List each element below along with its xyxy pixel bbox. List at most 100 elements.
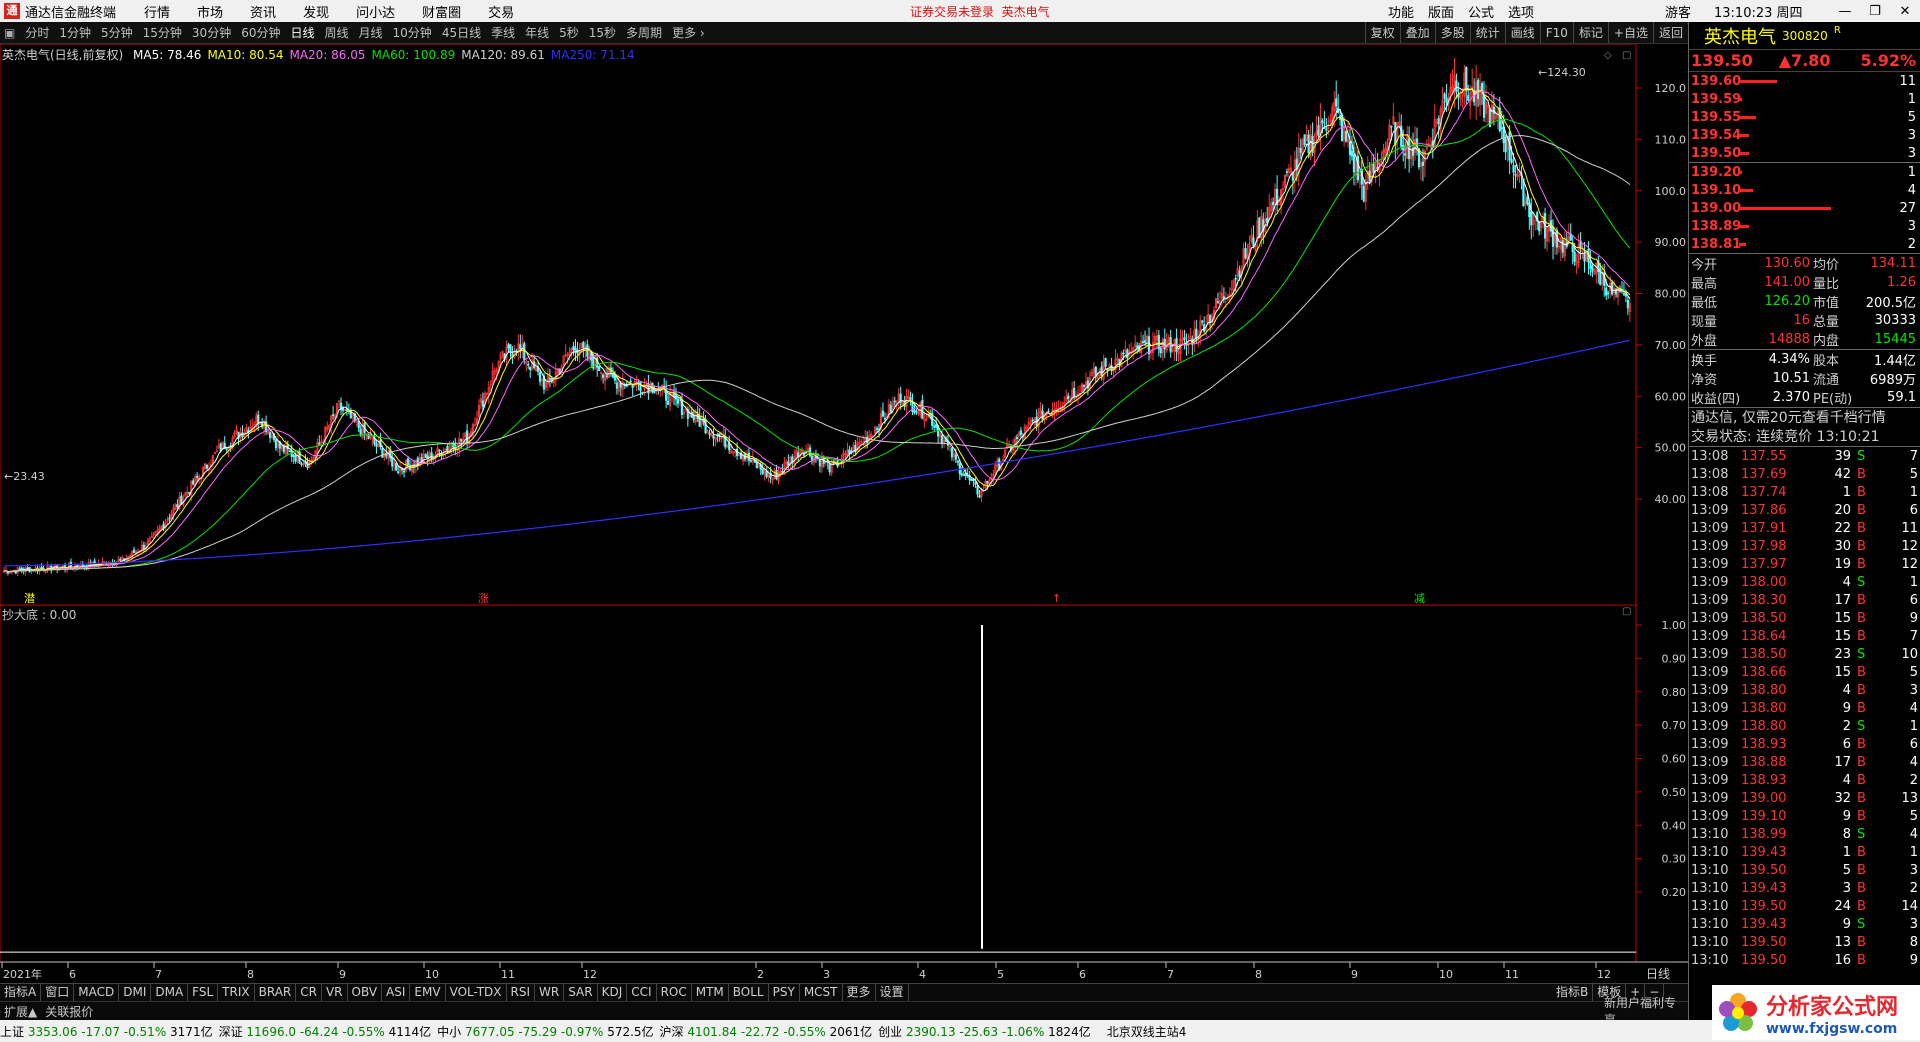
chart-tool-7[interactable]: +自选: [1607, 22, 1653, 43]
indicator-tab-3[interactable]: DMI: [119, 984, 152, 1001]
ask-row[interactable]: 139.50 3: [1689, 144, 1920, 162]
period-14[interactable]: 15秒: [589, 24, 616, 41]
chart-max-icon[interactable]: ▢: [1622, 50, 1631, 61]
indicator-tab-19[interactable]: ROC: [657, 984, 692, 1001]
period-2[interactable]: 5分钟: [101, 24, 133, 41]
tick-list[interactable]: 13:08 137.55 39 S 7 13:08 137.69 42 B 5 13:08 137.7…: [1689, 447, 1920, 969]
ask-row[interactable]: 139.59 1: [1689, 90, 1920, 108]
period-6[interactable]: 日线: [290, 24, 314, 41]
period-11[interactable]: 季线: [491, 24, 515, 41]
index-2[interactable]: 中小 7677.05 -75.29 -0.97% 572.5亿: [437, 1023, 653, 1040]
period-8[interactable]: 月线: [359, 24, 383, 41]
kline-chart[interactable]: 120.0 110.0 100.0 90.00 80.00 70.00 60.00 50.00…: [0, 44, 1688, 984]
period-9[interactable]: 10分钟: [393, 24, 432, 41]
period-4[interactable]: 30分钟: [192, 24, 231, 41]
menu-item-4[interactable]: 问小达: [356, 6, 395, 21]
indicator-tab-22[interactable]: PSY: [769, 984, 800, 1001]
indicator-tab-4[interactable]: DMA: [151, 984, 189, 1001]
right-menu-item-1[interactable]: 版面: [1428, 2, 1454, 21]
chart-tool-0[interactable]: 复权: [1364, 22, 1400, 43]
price-axis-label: 80.00: [1655, 288, 1687, 301]
indicator-tab-1[interactable]: 窗口: [41, 984, 75, 1001]
menu-item-6[interactable]: 交易: [488, 6, 514, 21]
indicator-tab-6[interactable]: TRIX: [218, 984, 255, 1001]
right-menu-item-3[interactable]: 选项: [1508, 2, 1534, 21]
layout-toggle-icon[interactable]: ▣: [4, 26, 15, 40]
index-3[interactable]: 沪深 4101.84 -22.72 -0.55% 2061亿: [660, 1023, 873, 1040]
bid-row[interactable]: 139.10 4: [1689, 181, 1920, 199]
right-menu-item-2[interactable]: 公式: [1468, 2, 1494, 21]
ask-row[interactable]: 139.54 3: [1689, 126, 1920, 144]
server-station[interactable]: 北京双线主站4: [1107, 1023, 1187, 1040]
menu-item-5[interactable]: 财富圈: [422, 6, 461, 21]
index-1[interactable]: 深证 11696.0 -64.24 -0.55% 4114亿: [219, 1023, 432, 1040]
period-5[interactable]: 60分钟: [241, 24, 280, 41]
stock-name[interactable]: 英杰电气: [1704, 23, 1776, 49]
indicator-tab-7[interactable]: BRAR: [255, 984, 297, 1001]
menu-item-3[interactable]: 发现: [303, 6, 329, 21]
indicator-tab-20[interactable]: MTM: [692, 984, 729, 1001]
index-price: 11696.0: [242, 1024, 297, 1039]
indicator-tab-10[interactable]: OBV: [348, 984, 383, 1001]
bid-row[interactable]: 138.81 2: [1689, 235, 1920, 253]
menu-item-0[interactable]: 行情: [144, 6, 170, 21]
chart-tool-4[interactable]: 画线: [1504, 22, 1540, 43]
indicator-tab-17[interactable]: KDJ: [598, 984, 628, 1001]
indicator-tab-0[interactable]: 指标A: [0, 984, 42, 1001]
indicator-tab-13[interactable]: VOL-TDX: [446, 984, 507, 1001]
user-label[interactable]: 游客: [1665, 2, 1691, 21]
extension-item-1[interactable]: 关联报价: [41, 1003, 97, 1020]
chart-tool-3[interactable]: 统计: [1469, 22, 1505, 43]
chart-tool-2[interactable]: 多股: [1434, 22, 1470, 43]
tick-row: 13:08 137.55 39 S 7: [1689, 447, 1920, 465]
chart-tool-8[interactable]: 返回: [1652, 22, 1688, 43]
indicator-tab-25[interactable]: 设置: [876, 984, 909, 1001]
indicator-tab-23[interactable]: MCST: [800, 984, 843, 1001]
indicator-tab-9[interactable]: VR: [322, 984, 348, 1001]
ask-row[interactable]: 139.60 11: [1689, 72, 1920, 90]
period-10[interactable]: 45日线: [442, 24, 481, 41]
menu-item-2[interactable]: 资讯: [250, 6, 276, 21]
indicator-tab-5[interactable]: FSL: [188, 984, 219, 1001]
bid-row[interactable]: 139.20 1: [1689, 163, 1920, 181]
period-15[interactable]: 多周期: [626, 24, 662, 41]
menu-item-1[interactable]: 市场: [197, 6, 223, 21]
period-7[interactable]: 周线: [325, 24, 349, 41]
login-warning[interactable]: 证券交易未登录 英杰电气: [910, 3, 1050, 20]
indicator-tab-24[interactable]: 更多: [843, 984, 876, 1001]
promo-notice[interactable]: 通达信, 仅需20元查看千档行情: [1689, 407, 1920, 427]
right-menu-item-0[interactable]: 功能: [1388, 2, 1414, 21]
indicator-tab-18[interactable]: CCI: [627, 984, 657, 1001]
indicator-tab-14[interactable]: RSI: [507, 984, 536, 1001]
high-price-label: ←124.30: [1538, 66, 1586, 79]
period-13[interactable]: 5秒: [559, 24, 579, 41]
ask-row[interactable]: 139.55 5: [1689, 108, 1920, 126]
period-1[interactable]: 1分钟: [59, 24, 91, 41]
close-icon[interactable]: ✕: [1890, 4, 1920, 19]
tick-count: 11: [1901, 520, 1918, 536]
chart-tool-1[interactable]: 叠加: [1399, 22, 1435, 43]
period-12[interactable]: 年线: [525, 24, 549, 41]
indicator-tab-16[interactable]: SAR: [564, 984, 598, 1001]
indicator-tab-15[interactable]: WR: [535, 984, 565, 1001]
bid-row[interactable]: 139.00 27: [1689, 199, 1920, 217]
extension-item-0[interactable]: 扩展▲: [0, 1003, 41, 1020]
index-0[interactable]: 上证 3353.06 -17.07 -0.51% 3171亿: [0, 1023, 213, 1040]
minimize-icon[interactable]: —: [1830, 4, 1860, 19]
bid-row[interactable]: 138.89 3: [1689, 217, 1920, 235]
restore-icon[interactable]: ❐: [1860, 4, 1890, 19]
indicator-tab-2[interactable]: MACD: [74, 984, 120, 1001]
period-3[interactable]: 15分钟: [143, 24, 182, 41]
indicator-tab-8[interactable]: CR: [296, 984, 322, 1001]
indicator-tab-21[interactable]: BOLL: [729, 984, 769, 1001]
indicator-tab-12[interactable]: EMV: [410, 984, 446, 1001]
sub-max-icon[interactable]: ▢: [1622, 606, 1631, 617]
period-0[interactable]: 分时: [25, 24, 49, 41]
indicator-tab-right-0[interactable]: 指标B: [1552, 984, 1594, 1001]
chart-expand-icon[interactable]: ◇: [1604, 50, 1612, 61]
indicator-tab-11[interactable]: ASI: [382, 984, 411, 1001]
index-4[interactable]: 创业 2390.13 -25.63 -1.06% 1824亿: [878, 1023, 1091, 1040]
chart-tool-5[interactable]: F10: [1539, 22, 1573, 43]
chart-tool-6[interactable]: 标记: [1572, 22, 1608, 43]
period-16[interactable]: 更多 ›: [672, 24, 705, 41]
